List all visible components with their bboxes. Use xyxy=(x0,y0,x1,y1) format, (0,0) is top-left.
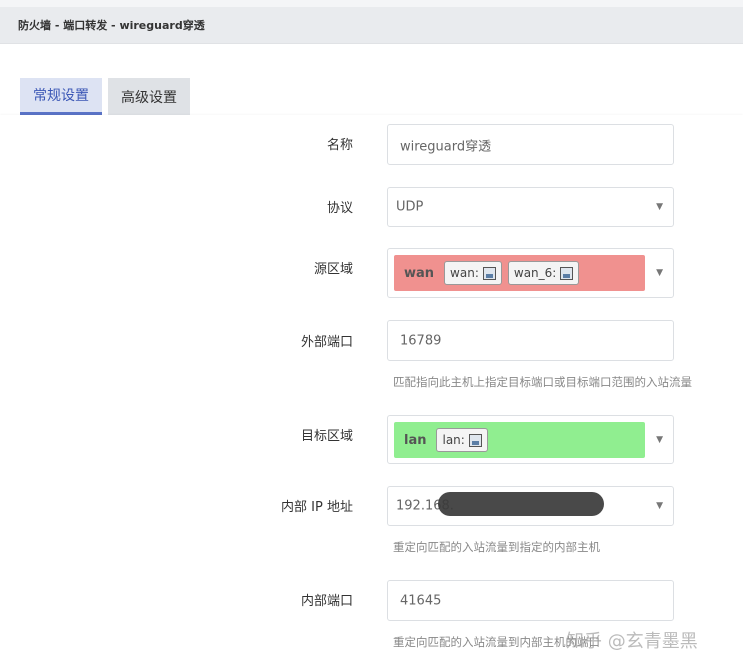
external-port-hint: 匹配指向此主机上指定目标端口或目标端口范围的入站流量 xyxy=(393,375,692,389)
internal-port-input[interactable]: 41645 xyxy=(387,580,674,621)
network-chip-label: wan_6: xyxy=(513,266,557,280)
breadcrumb-bar: 防火墙 - 端口转发 - wireguard穿透 xyxy=(0,7,743,44)
chevron-down-icon: ▼ xyxy=(656,434,663,445)
source-zone-select[interactable]: wan wan: wan_6: ▼ xyxy=(387,248,674,298)
network-icon xyxy=(482,266,496,280)
chevron-down-icon: ▼ xyxy=(656,202,663,212)
redaction-mark xyxy=(438,492,604,516)
watermark: 知乎 @玄青墨黑 xyxy=(566,631,698,652)
source-zone-name: wan xyxy=(404,265,435,281)
protocol-select[interactable]: UDP ▼ xyxy=(387,187,674,227)
tab-general-settings[interactable]: 常规设置 xyxy=(20,78,102,115)
source-zone-label: 源区域 xyxy=(313,262,353,277)
dest-zone-label: 目标区域 xyxy=(300,429,353,444)
dest-zone-name: lan xyxy=(404,432,427,448)
external-port-label: 外部端口 xyxy=(300,335,353,350)
network-icon xyxy=(560,266,574,280)
tab-advanced-settings[interactable]: 高级设置 xyxy=(108,78,190,115)
internal-port-label: 内部端口 xyxy=(300,594,353,609)
network-icon xyxy=(468,433,482,447)
network-chip-lan: lan: xyxy=(436,428,488,452)
network-chip-wan: wan: xyxy=(444,261,502,285)
network-chip-wan6: wan_6: xyxy=(507,261,580,285)
name-input[interactable]: wireguard穿透 xyxy=(387,124,674,165)
network-chip-label: wan: xyxy=(450,266,479,280)
name-label: 名称 xyxy=(326,138,353,153)
chevron-down-icon: ▼ xyxy=(656,501,663,511)
external-port-input[interactable]: 16789 xyxy=(387,320,674,361)
protocol-value: UDP xyxy=(396,199,424,215)
breadcrumb: 防火墙 - 端口转发 - wireguard穿透 xyxy=(18,19,205,32)
source-zone-badge: wan wan: wan_6: xyxy=(394,255,645,291)
internal-ip-hint: 重定向匹配的入站流量到指定的内部主机 xyxy=(393,540,600,554)
protocol-label: 协议 xyxy=(326,201,353,216)
network-chip-label: lan: xyxy=(442,433,465,447)
dest-zone-badge: lan lan: xyxy=(394,422,645,458)
chevron-down-icon: ▼ xyxy=(656,268,663,278)
internal-port-value: 41645 xyxy=(400,593,442,608)
external-port-value: 16789 xyxy=(400,333,442,348)
dest-zone-select[interactable]: lan lan: ▼ xyxy=(387,415,674,464)
name-value: wireguard穿透 xyxy=(400,139,492,154)
internal-ip-label: 内部 IP 地址 xyxy=(281,500,353,515)
